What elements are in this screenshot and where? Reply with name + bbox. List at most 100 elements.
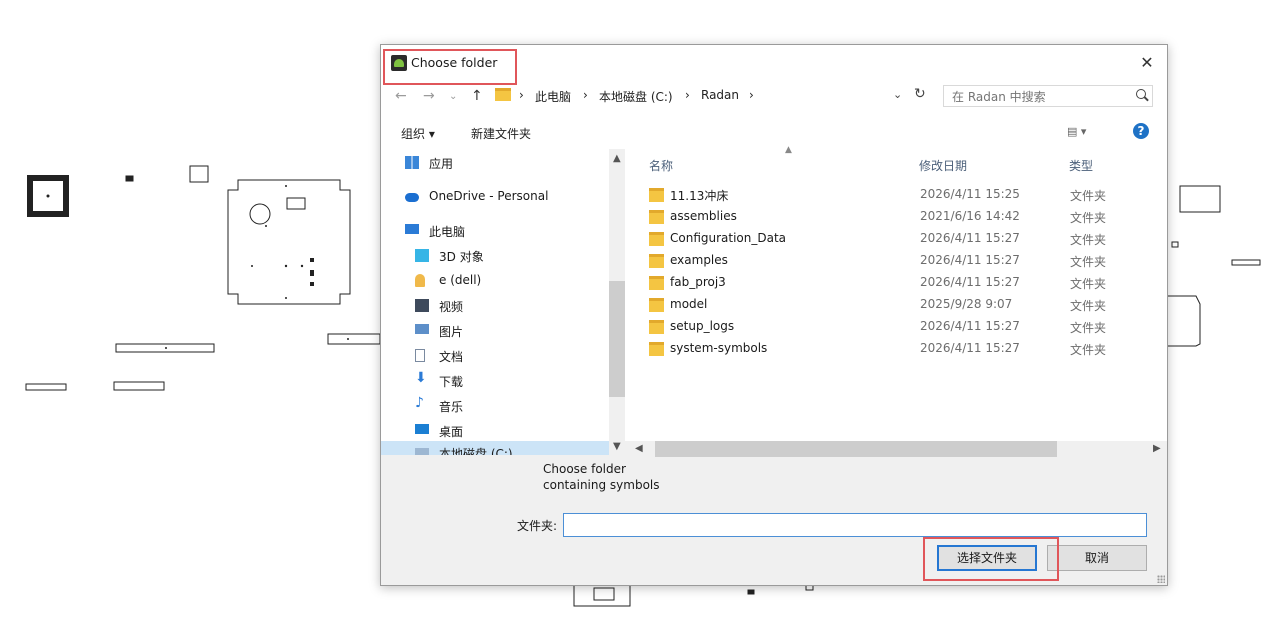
breadcrumb-separator: › — [685, 88, 690, 102]
file-type: 文件夹 — [1070, 343, 1107, 357]
file-date: 2021/6/16 14:42 — [920, 209, 1020, 223]
nav-item-label: 图片 — [439, 325, 464, 339]
nav-item-label: 文档 — [439, 350, 464, 364]
breadcrumb-local-disk[interactable]: 本地磁盘 (C:) — [599, 88, 673, 105]
recent-dropdown-icon[interactable]: ⌄ — [449, 91, 457, 102]
new-folder-button[interactable]: 新建文件夹 — [471, 125, 531, 142]
folder-icon — [649, 276, 664, 290]
folder-icon — [649, 232, 664, 246]
close-icon: ✕ — [1140, 53, 1154, 72]
file-row[interactable]: Configuration_Data 2026/4/11 15:27 文件夹 — [649, 228, 1149, 250]
file-name: assemblies — [670, 209, 737, 223]
file-name: setup_logs — [670, 319, 735, 333]
file-name: Configuration_Data — [670, 231, 787, 245]
choose-folder-dialog: Choose folder ✕ ← → ⌄ ↑ › 此电脑 › 本地磁盘 (C:… — [380, 44, 1168, 586]
organize-button[interactable]: 组织 ▾ — [401, 125, 435, 142]
file-type: 文件夹 — [1070, 233, 1107, 247]
nav-item-label: 此电脑 — [429, 225, 466, 239]
close-button[interactable]: ✕ — [1127, 45, 1167, 81]
nav-item-label: 下载 — [439, 375, 464, 389]
file-type: 文件夹 — [1070, 277, 1107, 291]
cancel-button[interactable]: 取消 — [1047, 545, 1147, 571]
file-row[interactable]: examples 2026/4/11 15:27 文件夹 — [649, 250, 1149, 272]
folder-icon — [649, 188, 664, 202]
column-header-date[interactable]: 修改日期 — [919, 157, 967, 174]
address-bar[interactable]: › 此电脑 › 本地磁盘 (C:) › Radan › — [495, 85, 915, 107]
search-icon — [1136, 89, 1146, 99]
file-row[interactable]: 11.13冲床 2026/4/11 15:25 文件夹 — [649, 184, 1149, 206]
nav-item-label: 本地磁盘 (C:) — [439, 447, 513, 455]
description-line: Choose folder — [543, 462, 626, 476]
navigation-pane: 应用 OneDrive - Personal 此电脑 3D 对象 e (dell… — [381, 149, 625, 455]
up-arrow-icon[interactable]: ↑ — [471, 88, 483, 104]
file-type: 文件夹 — [1070, 321, 1107, 335]
computer-icon — [405, 224, 419, 234]
desktop-icon — [415, 424, 429, 434]
download-icon: ⬇ — [415, 370, 427, 386]
sort-ascending-icon: ▲ — [785, 145, 792, 155]
apps-icon — [405, 156, 419, 169]
file-name: model — [670, 297, 708, 311]
select-button-highlight-box — [923, 537, 1059, 581]
breadcrumb-this-pc[interactable]: 此电脑 — [535, 88, 571, 105]
file-row[interactable]: fab_proj3 2026/4/11 15:27 文件夹 — [649, 272, 1149, 294]
help-icon[interactable]: ? — [1133, 123, 1149, 139]
scroll-down-icon[interactable]: ▼ — [613, 441, 621, 452]
column-header-name[interactable]: 名称 — [649, 157, 673, 174]
file-type: 文件夹 — [1070, 299, 1107, 313]
file-row[interactable]: system-symbols 2026/4/11 15:27 文件夹 — [649, 338, 1149, 360]
folder-icon — [649, 254, 664, 268]
file-date: 2026/4/11 15:27 — [920, 275, 1020, 289]
search-box[interactable] — [943, 85, 1153, 108]
nav-item-label: 应用 — [429, 157, 454, 171]
view-options-icon[interactable]: ▤ ▾ — [1067, 125, 1086, 138]
picture-icon — [415, 324, 429, 334]
folder-label: 文件夹: — [517, 519, 558, 533]
refresh-icon[interactable]: ↻ — [914, 86, 926, 102]
nav-item-label: 音乐 — [439, 400, 464, 414]
nav-item-label: e (dell) — [439, 273, 482, 287]
folder-icon — [649, 210, 664, 224]
scroll-left-icon[interactable]: ◀ — [635, 443, 643, 454]
address-dropdown-icon[interactable]: ⌄ — [893, 88, 902, 101]
file-date: 2026/4/11 15:27 — [920, 341, 1020, 355]
folder-input[interactable] — [563, 513, 1147, 537]
breadcrumb-separator: › — [519, 88, 524, 102]
file-row[interactable]: assemblies 2021/6/16 14:42 文件夹 — [649, 206, 1149, 228]
resize-grip-icon[interactable] — [1157, 575, 1165, 583]
scroll-up-icon[interactable]: ▲ — [613, 153, 621, 164]
document-icon — [415, 349, 425, 362]
file-row[interactable]: model 2025/9/28 9:07 文件夹 — [649, 294, 1149, 316]
command-bar: 组织 ▾ 新建文件夹 ▤ ▾ ? — [381, 113, 1167, 149]
file-list-h-scroll-thumb[interactable] — [655, 441, 1057, 457]
address-row: ← → ⌄ ↑ › 此电脑 › 本地磁盘 (C:) › Radan › ⌄ ↻ — [381, 81, 1167, 113]
user-icon — [415, 274, 425, 287]
folder-icon — [495, 88, 511, 101]
nav-pane-scroll-thumb[interactable] — [609, 281, 625, 397]
cube-icon — [415, 249, 429, 262]
back-arrow-icon[interactable]: ← — [395, 88, 407, 104]
search-input[interactable] — [950, 86, 1124, 108]
music-icon: ♪ — [415, 395, 424, 411]
nav-item-label: OneDrive - Personal — [429, 189, 549, 203]
file-name: fab_proj3 — [670, 275, 726, 289]
file-name: 11.13冲床 — [670, 189, 729, 203]
dialog-description: Choose folder containing symbols — [543, 461, 660, 493]
title-highlight-box — [383, 49, 517, 85]
drive-icon — [415, 448, 429, 455]
breadcrumb-radan[interactable]: Radan — [701, 88, 739, 102]
file-type: 文件夹 — [1070, 211, 1107, 225]
breadcrumb-separator: › — [749, 88, 754, 102]
video-icon — [415, 299, 429, 312]
file-row[interactable]: setup_logs 2026/4/11 15:27 文件夹 — [649, 316, 1149, 338]
folder-icon — [649, 298, 664, 312]
forward-arrow-icon[interactable]: → — [423, 88, 435, 104]
nav-item-label: 3D 对象 — [439, 250, 484, 264]
description-line: containing symbols — [543, 478, 660, 492]
file-type: 文件夹 — [1070, 189, 1107, 203]
file-date: 2026/4/11 15:25 — [920, 187, 1020, 201]
nav-item-label: 视频 — [439, 300, 464, 314]
column-header-type[interactable]: 类型 — [1069, 157, 1093, 174]
scroll-right-icon[interactable]: ▶ — [1153, 443, 1161, 454]
cloud-icon — [405, 193, 419, 202]
